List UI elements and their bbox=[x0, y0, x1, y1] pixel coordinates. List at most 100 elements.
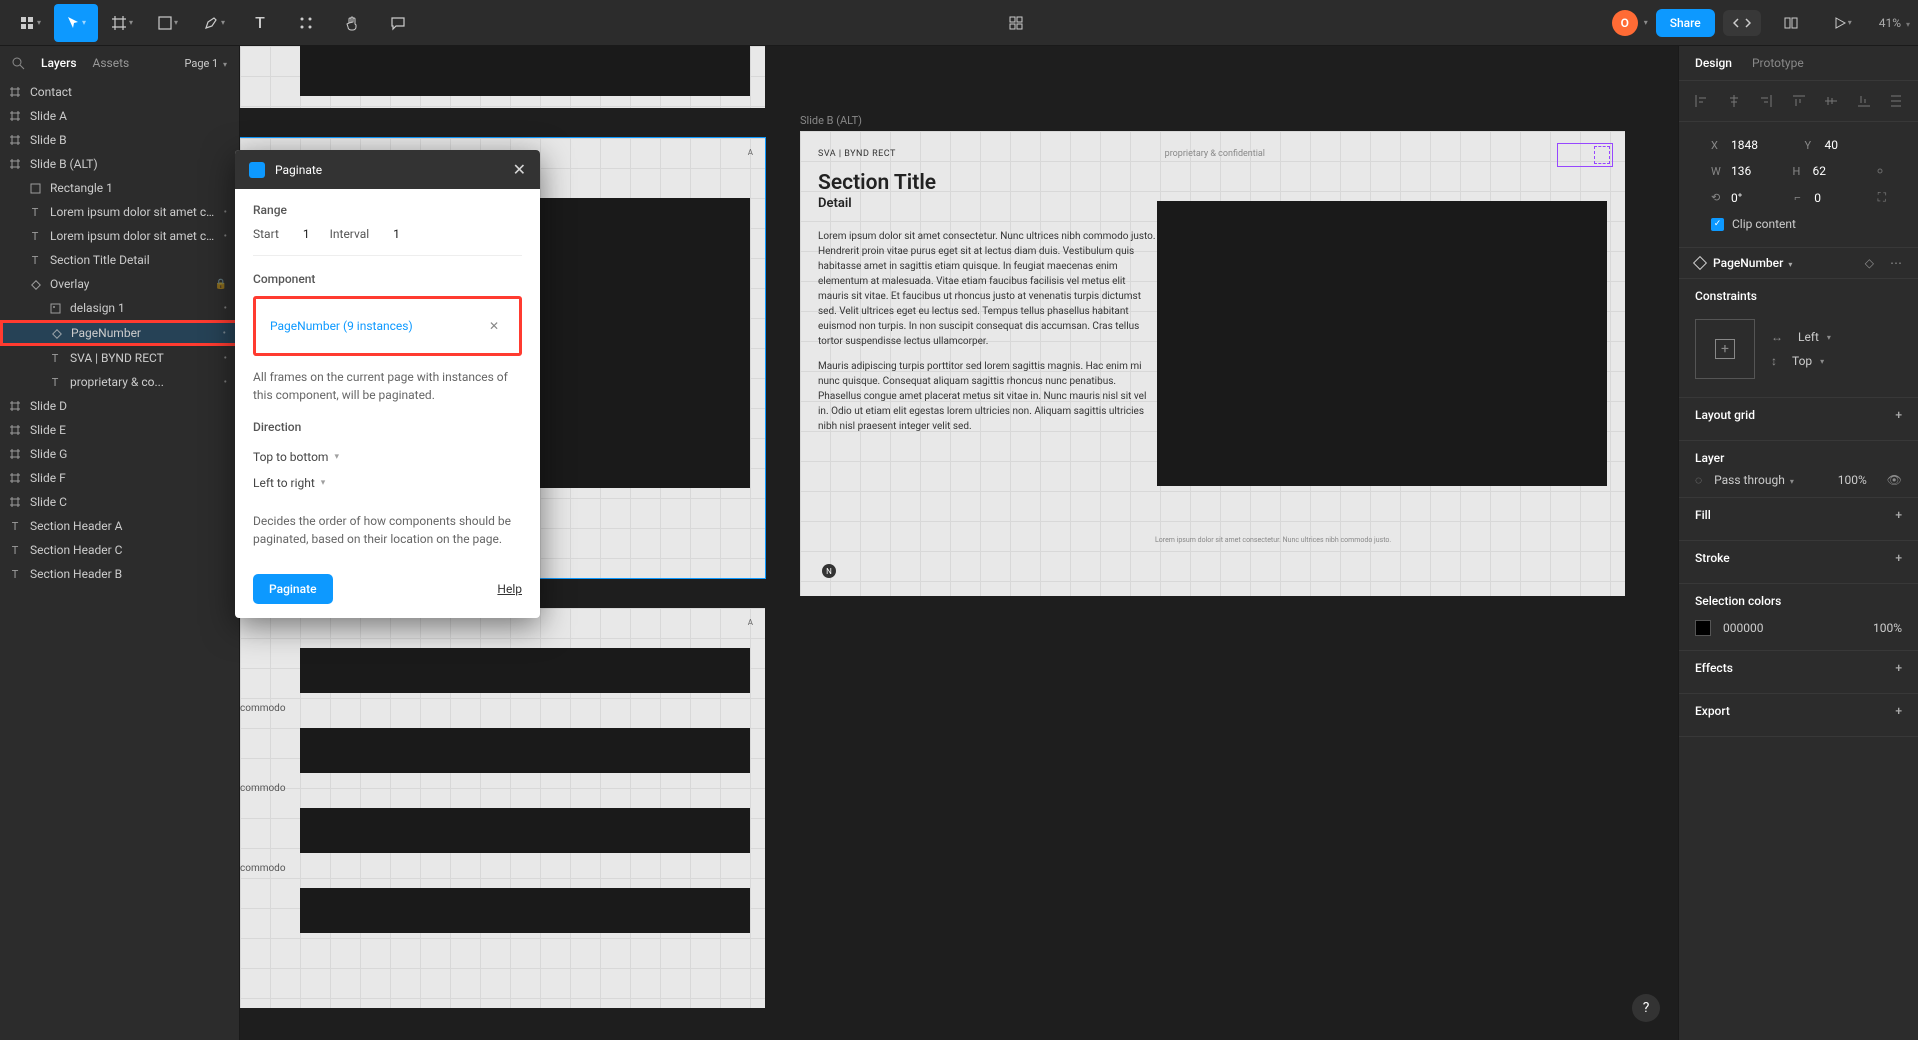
distribute-icon[interactable] bbox=[1886, 91, 1906, 111]
layer-item[interactable]: Contact bbox=[0, 80, 239, 104]
start-field[interactable]: Start 1 bbox=[253, 227, 310, 241]
rotation-field[interactable]: ⟲0° bbox=[1711, 191, 1782, 205]
comment-tool[interactable] bbox=[376, 4, 420, 42]
page-selector[interactable]: Page 1 ▾ bbox=[184, 57, 227, 70]
go-to-main-icon[interactable]: ◇ bbox=[1865, 256, 1874, 270]
layer-section-title: Layer bbox=[1695, 451, 1902, 465]
main-menu-button[interactable]: ▾ bbox=[8, 4, 52, 42]
design-tab[interactable]: Design bbox=[1695, 56, 1732, 70]
constraints-widget[interactable]: + bbox=[1695, 319, 1755, 379]
clear-component-icon[interactable]: ✕ bbox=[483, 315, 505, 337]
avatar-group[interactable]: O▾ bbox=[1612, 10, 1648, 36]
layer-item[interactable]: Slide B (ALT) bbox=[0, 152, 239, 176]
add-effect[interactable]: + bbox=[1895, 661, 1902, 675]
align-hcenter-icon[interactable] bbox=[1724, 91, 1744, 111]
direction-top-bottom[interactable]: Top to bottom▾ bbox=[253, 444, 522, 470]
layer-item[interactable]: Tproprietary & co...• bbox=[0, 370, 239, 394]
add-stroke[interactable]: + bbox=[1895, 551, 1902, 565]
dialog-header[interactable]: Paginate ✕ bbox=[235, 150, 540, 189]
radius-field[interactable]: ⌐0 bbox=[1794, 191, 1865, 205]
library-icon[interactable] bbox=[1769, 4, 1813, 42]
resources-tool[interactable] bbox=[284, 4, 328, 42]
x-field[interactable]: X1848 bbox=[1711, 138, 1793, 152]
frame-thumbnail[interactable]: A commodo commodo commodo bbox=[240, 608, 765, 1008]
constraint-horizontal[interactable]: ↔ Left ▾ bbox=[1771, 330, 1831, 344]
component-name-label[interactable]: PageNumber ▾ bbox=[1713, 256, 1792, 270]
text-tool[interactable]: T bbox=[238, 4, 282, 42]
slide-b-alt-frame[interactable]: SVA | BYND RECT proprietary & confidenti… bbox=[800, 131, 1625, 596]
add-layout-grid[interactable]: + bbox=[1895, 408, 1902, 422]
align-bottom-icon[interactable] bbox=[1854, 91, 1874, 111]
frame-label[interactable]: Slide B (ALT) bbox=[800, 114, 862, 127]
layer-item[interactable]: Slide G bbox=[0, 442, 239, 466]
layers-tab[interactable]: Layers bbox=[41, 56, 77, 70]
color-hex[interactable]: 000000 bbox=[1723, 621, 1763, 635]
app-switcher-icon[interactable] bbox=[994, 4, 1038, 42]
clip-content-checkbox[interactable]: ✓ Clip content bbox=[1711, 217, 1796, 231]
more-icon[interactable]: ⋯ bbox=[1890, 256, 1902, 270]
layer-item[interactable]: TLorem ipsum dolor sit amet co...• bbox=[0, 224, 239, 248]
layer-item[interactable]: TSection Header A bbox=[0, 514, 239, 538]
search-icon[interactable] bbox=[12, 57, 25, 70]
blend-mode-select[interactable]: Pass through ▾ bbox=[1714, 473, 1794, 487]
layer-name: Slide F bbox=[30, 471, 66, 485]
width-field[interactable]: W136 bbox=[1711, 164, 1781, 178]
share-button[interactable]: Share bbox=[1656, 9, 1715, 37]
selected-pagenumber-instance[interactable] bbox=[1557, 143, 1613, 167]
layer-item[interactable]: Slide C bbox=[0, 490, 239, 514]
layer-type-icon bbox=[8, 495, 22, 509]
help-link[interactable]: Help bbox=[497, 582, 522, 596]
layer-name: Section Header A bbox=[30, 519, 123, 533]
shape-tool[interactable]: ▾ bbox=[146, 4, 190, 42]
layer-item[interactable]: TSVA | BYND RECT• bbox=[0, 346, 239, 370]
direction-left-right[interactable]: Left to right▾ bbox=[253, 470, 522, 496]
help-fab[interactable]: ? bbox=[1632, 994, 1660, 1022]
assets-tab[interactable]: Assets bbox=[93, 56, 130, 70]
left-panel: Layers Assets Page 1 ▾ ContactSlide ASli… bbox=[0, 46, 240, 1040]
paginate-button[interactable]: Paginate bbox=[253, 574, 333, 604]
component-label: Component bbox=[253, 272, 522, 286]
present-button[interactable]: ▾ bbox=[1821, 4, 1865, 42]
y-field[interactable]: Y40 bbox=[1805, 138, 1887, 152]
color-swatch[interactable] bbox=[1695, 620, 1711, 636]
layer-item[interactable]: Slide E bbox=[0, 418, 239, 442]
align-top-icon[interactable] bbox=[1789, 91, 1809, 111]
layer-item[interactable]: TSection Header C bbox=[0, 538, 239, 562]
layer-item[interactable]: Slide F bbox=[0, 466, 239, 490]
frame-tool[interactable]: ▾ bbox=[100, 4, 144, 42]
align-vcenter-icon[interactable] bbox=[1821, 91, 1841, 111]
height-field[interactable]: H62 bbox=[1793, 164, 1863, 178]
opacity-field[interactable]: 100% bbox=[1838, 473, 1867, 487]
align-right-icon[interactable] bbox=[1756, 91, 1776, 111]
layer-item[interactable]: Overlay🔒 bbox=[0, 272, 239, 296]
layer-item[interactable]: PageNumber• bbox=[0, 320, 239, 346]
color-opacity[interactable]: 100% bbox=[1873, 621, 1902, 635]
constraint-vertical[interactable]: ↕ Top ▾ bbox=[1771, 354, 1831, 368]
layer-marker: • bbox=[223, 328, 230, 339]
dev-mode-button[interactable] bbox=[1723, 10, 1761, 36]
close-icon[interactable]: ✕ bbox=[513, 160, 526, 179]
layer-item[interactable]: Slide B bbox=[0, 128, 239, 152]
layer-item[interactable]: TLorem ipsum dolor sit amet co...• bbox=[0, 200, 239, 224]
layer-item[interactable]: TSection Header B bbox=[0, 562, 239, 586]
add-fill[interactable]: + bbox=[1895, 508, 1902, 522]
layer-item[interactable]: TSection Title Detail bbox=[0, 248, 239, 272]
independent-corners-icon[interactable]: ⛶ bbox=[1878, 190, 1886, 205]
layer-item[interactable]: Slide D bbox=[0, 394, 239, 418]
layer-item[interactable]: delasign 1• bbox=[0, 296, 239, 320]
hand-tool[interactable] bbox=[330, 4, 374, 42]
lock-icon[interactable]: 🔒 bbox=[215, 279, 231, 290]
layer-item[interactable]: Slide A bbox=[0, 104, 239, 128]
link-dimensions-icon[interactable] bbox=[1874, 165, 1886, 177]
layer-name: Lorem ipsum dolor sit amet co... bbox=[50, 205, 216, 219]
prototype-tab[interactable]: Prototype bbox=[1752, 56, 1804, 70]
align-left-icon[interactable] bbox=[1691, 91, 1711, 111]
layer-item[interactable]: Rectangle 1 bbox=[0, 176, 239, 200]
pen-tool[interactable]: ▾ bbox=[192, 4, 236, 42]
add-export[interactable]: + bbox=[1895, 704, 1902, 718]
frame-thumbnail[interactable] bbox=[240, 46, 765, 108]
zoom-level[interactable]: 41% ▾ bbox=[1879, 16, 1910, 30]
move-tool[interactable]: ▾ bbox=[54, 4, 98, 42]
interval-field[interactable]: Interval 1 bbox=[330, 227, 400, 241]
visibility-icon[interactable]: 👁 bbox=[1887, 473, 1902, 487]
